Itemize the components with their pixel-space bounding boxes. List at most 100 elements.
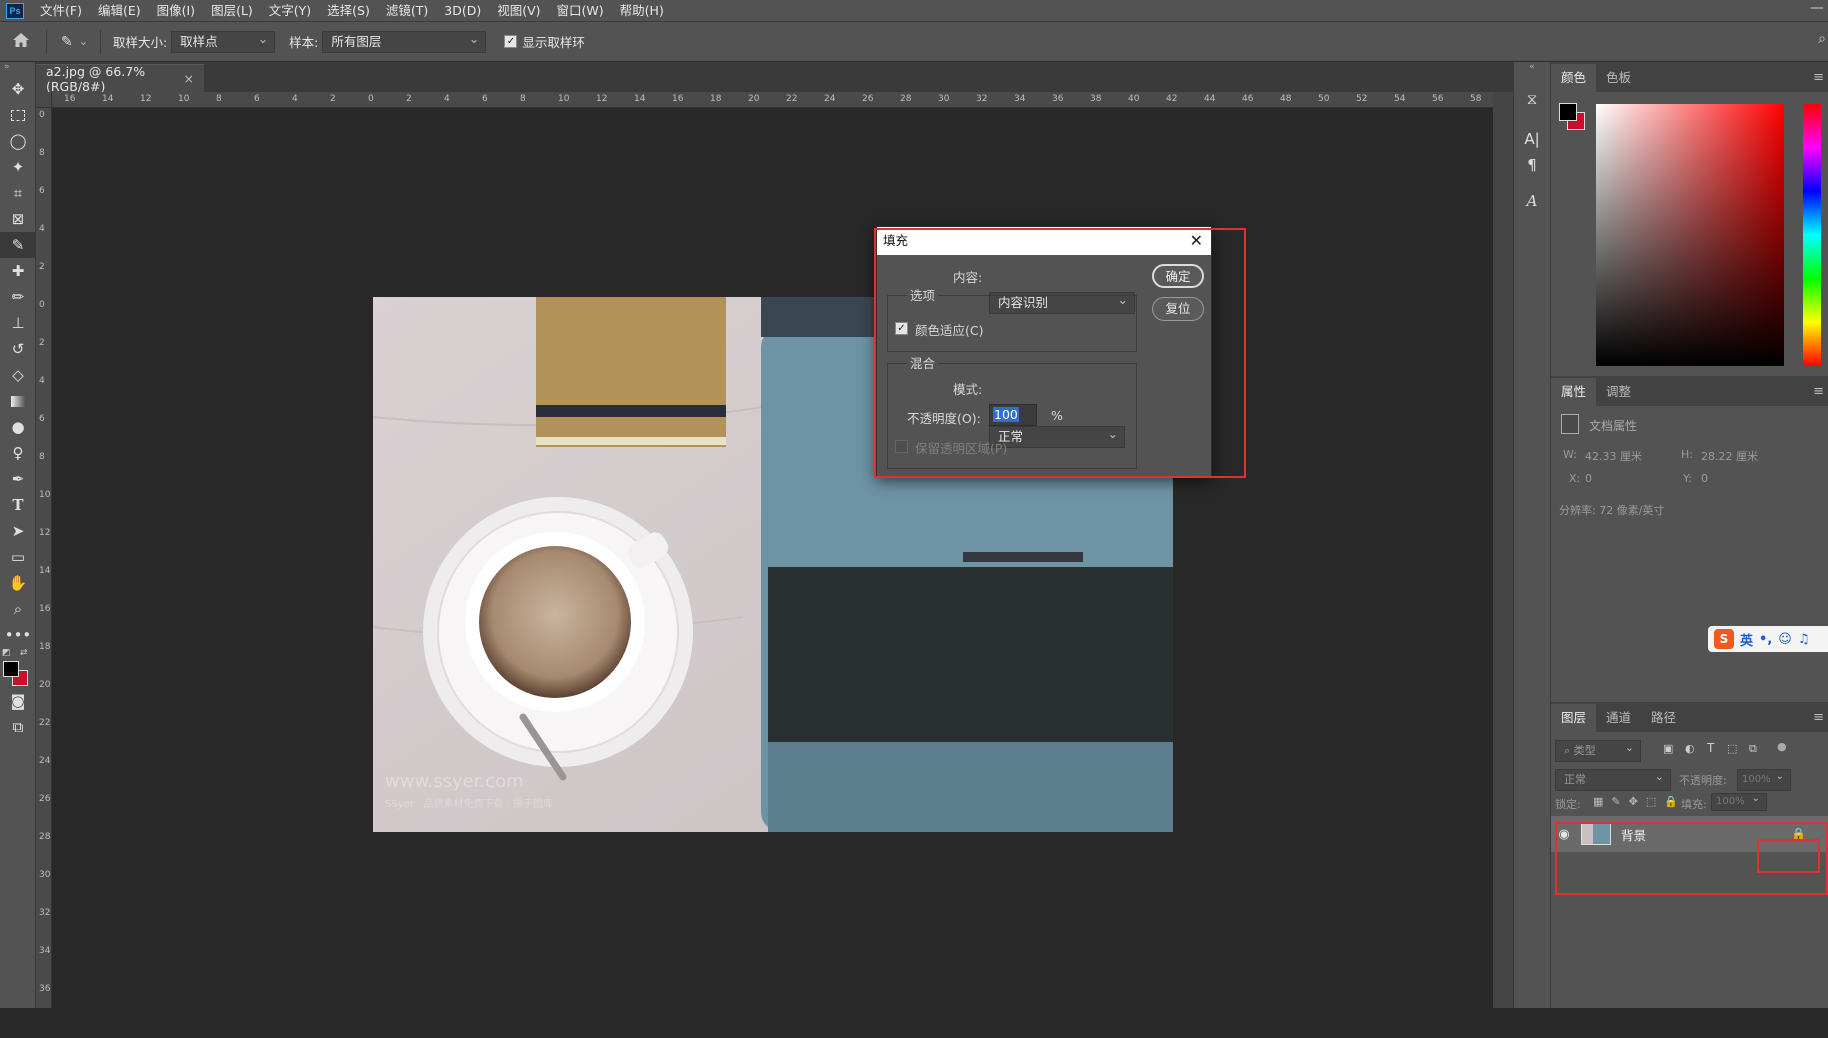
ruler-h-label: 6: [482, 94, 488, 104]
frame-tool-icon[interactable]: ⊠: [0, 206, 36, 232]
filter-toggle-icon[interactable]: ●: [1777, 740, 1787, 753]
menu-image[interactable]: 图像(I): [149, 0, 203, 22]
crop-tool-icon[interactable]: ⌗: [0, 180, 36, 206]
menu-help[interactable]: 帮助(H): [612, 0, 672, 22]
properties-panel: 文档属性 W: 42.33 厘米 H: 28.22 厘米 X: 0 Y: 0 分…: [1551, 406, 1828, 702]
menu-edit[interactable]: 编辑(E): [90, 0, 149, 22]
ime-punct-icon[interactable]: •,: [1759, 632, 1772, 647]
default-colors-icon[interactable]: ◩: [2, 648, 11, 658]
gradient-tool-icon[interactable]: [0, 388, 36, 414]
hand-tool-icon[interactable]: ✋: [0, 570, 36, 596]
menu-layer[interactable]: 图层(L): [203, 0, 261, 22]
collapse-panels-icon[interactable]: «: [1514, 62, 1550, 72]
glyphs-panel-icon[interactable]: A: [1514, 188, 1550, 214]
screen-mode-icon[interactable]: ⧉: [0, 714, 36, 740]
tab-paths[interactable]: 路径: [1641, 704, 1686, 732]
eyedropper-tool-icon[interactable]: ✎: [61, 34, 73, 50]
lock-icons[interactable]: ▦✎✥⬚🔒: [1593, 795, 1686, 808]
vertical-scrollbar[interactable]: [1493, 92, 1513, 1008]
rectangle-tool-icon[interactable]: ▭: [0, 544, 36, 570]
ruler-h-label: 8: [520, 94, 526, 104]
document-tab[interactable]: a2.jpg @ 66.7%(RGB/8#) ×: [36, 64, 204, 94]
color-swatches[interactable]: ◩ ⇄: [0, 648, 35, 688]
layer-opacity-input[interactable]: 100%: [1737, 767, 1791, 791]
close-tab-icon[interactable]: ×: [184, 71, 194, 86]
menu-select[interactable]: 选择(S): [319, 0, 378, 22]
menu-type[interactable]: 文字(Y): [261, 0, 319, 22]
eyedropper-tool-icon[interactable]: ✎: [0, 232, 36, 258]
filter-adjust-icon[interactable]: ◐: [1685, 742, 1695, 755]
history-brush-tool-icon[interactable]: ↺: [0, 336, 36, 362]
panel-menu-icon[interactable]: ≡: [1813, 378, 1824, 406]
tab-color[interactable]: 颜色: [1551, 64, 1597, 92]
pen-tool-icon[interactable]: ✒: [0, 466, 36, 492]
ruler-h-label: 56: [1432, 94, 1444, 104]
quick-mask-icon[interactable]: ◙: [0, 688, 36, 714]
healing-brush-tool-icon[interactable]: ✚: [0, 258, 36, 284]
ime-mic-icon[interactable]: ♫: [1798, 632, 1810, 647]
eraser-tool-icon[interactable]: ◇: [0, 362, 36, 388]
panel-menu-icon[interactable]: ≡: [1813, 64, 1824, 92]
tool-preset-chevron-icon[interactable]: ⌄: [79, 35, 88, 48]
fill-input[interactable]: 100%: [1711, 791, 1767, 811]
ime-toolbar[interactable]: S 英 •, ☺ ♫: [1708, 626, 1828, 652]
lasso-tool-icon[interactable]: ◯: [0, 128, 36, 154]
filter-smart-icon[interactable]: ⧉: [1749, 742, 1757, 756]
show-ring-checkbox[interactable]: ✓: [504, 35, 518, 48]
fg-color-swatch[interactable]: [1559, 103, 1577, 121]
paragraph-panel-icon[interactable]: ¶: [1514, 152, 1550, 178]
width-value: 42.33 厘米: [1585, 450, 1642, 463]
tab-properties[interactable]: 属性: [1551, 378, 1597, 406]
horizontal-ruler: 16 14 12 10 8 6 4 2 0 2 4 6 8 10 12 14 16 18 20 22 24 26 28 30 3…: [36, 92, 1513, 108]
color-field[interactable]: [1596, 104, 1784, 366]
ruler-v-label: 0: [39, 300, 45, 310]
magic-wand-tool-icon[interactable]: ✦: [0, 154, 36, 180]
menu-window[interactable]: 窗口(W): [549, 0, 612, 22]
ruler-v-label: 12: [39, 528, 51, 538]
sample-size-label: 取样大小:: [112, 35, 168, 50]
more-tools-icon[interactable]: •••: [0, 622, 36, 648]
brush-tool-icon[interactable]: ✏: [0, 284, 36, 310]
home-icon[interactable]: [12, 32, 32, 52]
zoom-tool-icon[interactable]: ⌕: [0, 596, 36, 622]
filter-shape-icon[interactable]: ⬚: [1727, 742, 1737, 755]
menu-bar: Ps 文件(F) 编辑(E) 图像(I) 图层(L) 文字(Y) 选择(S) 滤…: [0, 0, 1828, 22]
path-selection-tool-icon[interactable]: ➤: [0, 518, 36, 544]
tab-swatches[interactable]: 色板: [1596, 64, 1641, 92]
swap-colors-icon[interactable]: ⇄: [20, 648, 28, 658]
panel-menu-icon[interactable]: ≡: [1813, 704, 1824, 732]
sample-size-select[interactable]: 取样点: [171, 29, 276, 53]
search-icon[interactable]: ⌕: [1818, 31, 1826, 47]
stamp-tool-icon[interactable]: ⊥: [0, 310, 36, 336]
ime-lang[interactable]: 英: [1740, 630, 1753, 649]
blur-tool-icon[interactable]: ●: [0, 414, 36, 440]
foreground-color-swatch[interactable]: [3, 661, 19, 677]
sample-select[interactable]: 所有图层: [322, 29, 487, 53]
character-panel-icon[interactable]: A|: [1514, 126, 1550, 152]
blend-mode-select[interactable]: 正常: [1555, 767, 1671, 791]
menu-file[interactable]: 文件(F): [32, 0, 90, 22]
history-panel-icon[interactable]: ⧖: [1514, 86, 1550, 112]
ruler-corner: [36, 92, 52, 108]
ime-emoji-icon[interactable]: ☺: [1778, 632, 1792, 647]
minimize-icon[interactable]: —: [1810, 0, 1824, 16]
menu-view[interactable]: 视图(V): [489, 0, 548, 22]
dodge-tool-icon[interactable]: ♀: [0, 440, 36, 466]
ruler-h-label: 36: [1052, 94, 1064, 104]
tab-adjustments[interactable]: 调整: [1596, 378, 1641, 406]
tab-layers[interactable]: 图层: [1551, 704, 1597, 732]
hue-slider[interactable]: [1803, 104, 1821, 366]
type-tool-icon[interactable]: T: [0, 492, 36, 518]
layer-filter-select[interactable]: ⌕ 类型: [1555, 738, 1641, 762]
ruler-v-label: 2: [39, 262, 45, 272]
ruler-h-label: 14: [102, 94, 114, 104]
menu-filter[interactable]: 滤镜(T): [378, 0, 436, 22]
filter-type-icon[interactable]: T: [1707, 741, 1714, 755]
menu-3d[interactable]: 3D(D): [436, 0, 489, 22]
ruler-h-label: 32: [976, 94, 988, 104]
tab-channels[interactable]: 通道: [1596, 704, 1641, 732]
move-tool-icon[interactable]: ✥: [0, 76, 36, 102]
collapse-toolbar-icon[interactable]: »: [0, 62, 35, 76]
filter-pixel-icon[interactable]: ▣: [1663, 742, 1673, 755]
marquee-tool-icon[interactable]: [0, 102, 36, 128]
